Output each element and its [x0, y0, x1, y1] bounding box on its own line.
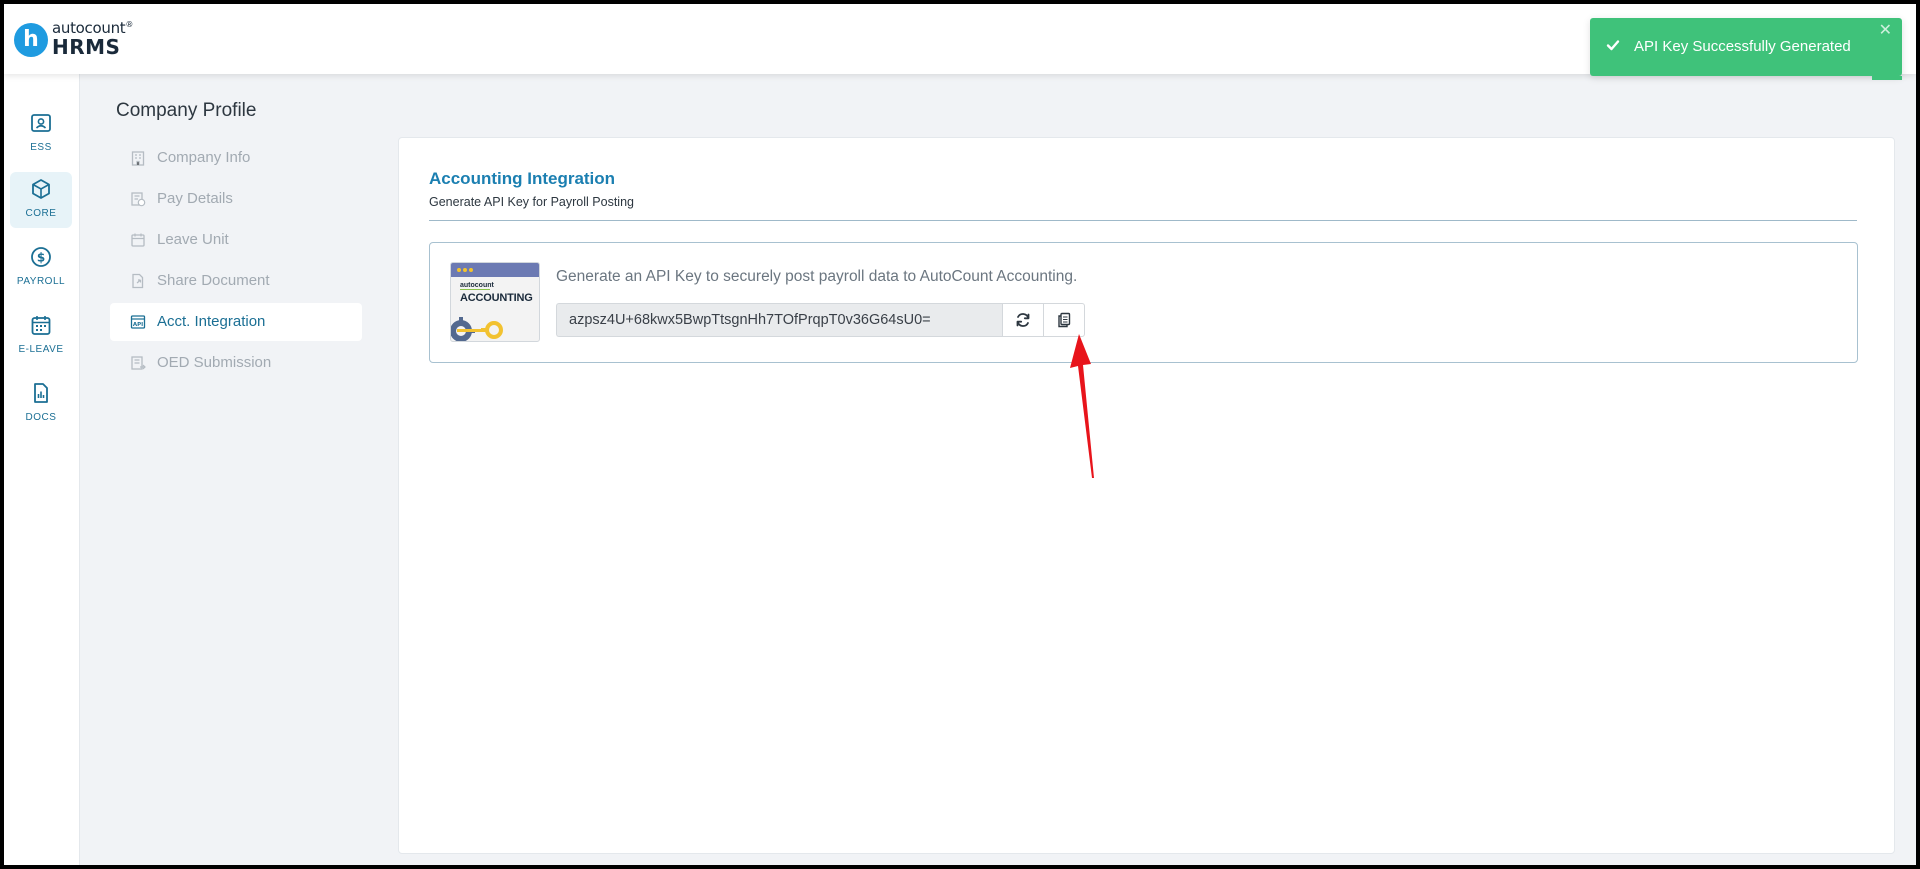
payroll-dollar-icon: $: [31, 247, 51, 267]
api-icon: API: [130, 315, 146, 329]
regenerate-key-button[interactable]: [1002, 303, 1044, 337]
logo-window-dot: [457, 268, 461, 272]
logo-window-bar: [451, 263, 539, 277]
section-title: Accounting Integration: [429, 169, 616, 188]
toast-message: API Key Successfully Generated: [1634, 38, 1851, 55]
api-description: Generate an API Key to securely post pay…: [556, 268, 1078, 285]
check-icon: [1606, 38, 1620, 57]
section-subtitle: Generate API Key for Payroll Posting: [429, 195, 634, 209]
sub-menu-oed-submission[interactable]: OED Submission: [110, 344, 362, 382]
sub-menu-pay-details[interactable]: Pay Details: [110, 180, 362, 218]
refresh-icon: [1016, 313, 1030, 327]
building-icon: [131, 151, 145, 166]
submission-icon: [131, 356, 146, 370]
logo-window-dot: [463, 268, 467, 272]
sub-menu-leave-unit[interactable]: Leave Unit: [110, 221, 362, 259]
nav-label: ESS: [30, 142, 52, 153]
nav-label: DOCS: [25, 412, 57, 423]
document-chart-icon: [34, 383, 48, 403]
close-icon[interactable]: ✕: [1879, 20, 1892, 40]
sub-menu-label: Pay Details: [157, 190, 233, 207]
nav-item-e-leave[interactable]: E-LEAVE: [10, 308, 72, 364]
app-frame: h autocount ® HRMS API Key Successfully G…: [4, 4, 1916, 865]
ess-id-card-icon: [31, 114, 51, 132]
accounting-integration-card: Accounting Integration Generate API Key …: [398, 137, 1895, 854]
nav-label: E-LEAVE: [18, 344, 64, 355]
calendar-icon: [31, 316, 51, 335]
success-toast: API Key Successfully Generated ✕: [1590, 18, 1902, 80]
company-profile-menu: Company Info Pay Details Leave Unit Shar…: [110, 139, 362, 385]
nav-item-ess[interactable]: ESS: [10, 106, 72, 162]
logo-window-dot: [469, 268, 473, 272]
nav-label: CORE: [25, 208, 57, 219]
sub-menu-label: OED Submission: [157, 354, 272, 371]
sub-menu-label: Acct. Integration: [157, 313, 266, 330]
nav-item-payroll[interactable]: $ PAYROLL: [10, 240, 72, 296]
copy-icon: [1058, 312, 1071, 328]
nav-item-docs[interactable]: DOCS: [10, 376, 72, 432]
sub-menu-share-document[interactable]: Share Document: [110, 262, 362, 300]
sub-menu-company-info[interactable]: Company Info: [110, 139, 362, 177]
copy-key-button[interactable]: [1043, 303, 1085, 337]
share-document-icon: [132, 273, 144, 289]
logo-icon: h: [14, 23, 48, 57]
api-key-panel: autocount ACCOUNTING Generate an API Key…: [429, 242, 1858, 363]
gear-key-icon: [451, 317, 503, 341]
logo-registered-mark: ®: [125, 20, 134, 29]
autocount-accounting-logo: autocount ACCOUNTING: [450, 262, 540, 342]
section-divider: [429, 220, 1857, 221]
logo-brand-underline: [460, 289, 490, 290]
sub-menu-label: Leave Unit: [157, 231, 229, 248]
nav-label: PAYROLL: [16, 276, 66, 287]
calendar-icon: [131, 233, 145, 247]
page-title: Company Profile: [116, 100, 257, 121]
sub-menu-label: Share Document: [157, 272, 270, 289]
nav-item-core[interactable]: CORE: [10, 172, 72, 228]
core-cube-icon: [32, 179, 50, 199]
module-sidebar: ESS CORE $ PAYROLL E-LEAVE DOCS: [4, 74, 80, 865]
api-key-field[interactable]: [556, 303, 1002, 337]
logo-product-text: HRMS: [52, 35, 121, 59]
sub-menu-label: Company Info: [157, 149, 251, 166]
toast-progress-bar: [1872, 76, 1902, 80]
pay-details-icon: [131, 192, 146, 207]
sub-menu-acct-integration[interactable]: API Acct. Integration: [110, 303, 362, 341]
svg-text:$: $: [37, 251, 45, 265]
logo-brand-small: autocount: [460, 282, 494, 289]
logo-accounting-word: ACCOUNTING: [460, 292, 533, 304]
annotation-arrow: [1070, 334, 1094, 478]
svg-text:API: API: [133, 322, 143, 328]
